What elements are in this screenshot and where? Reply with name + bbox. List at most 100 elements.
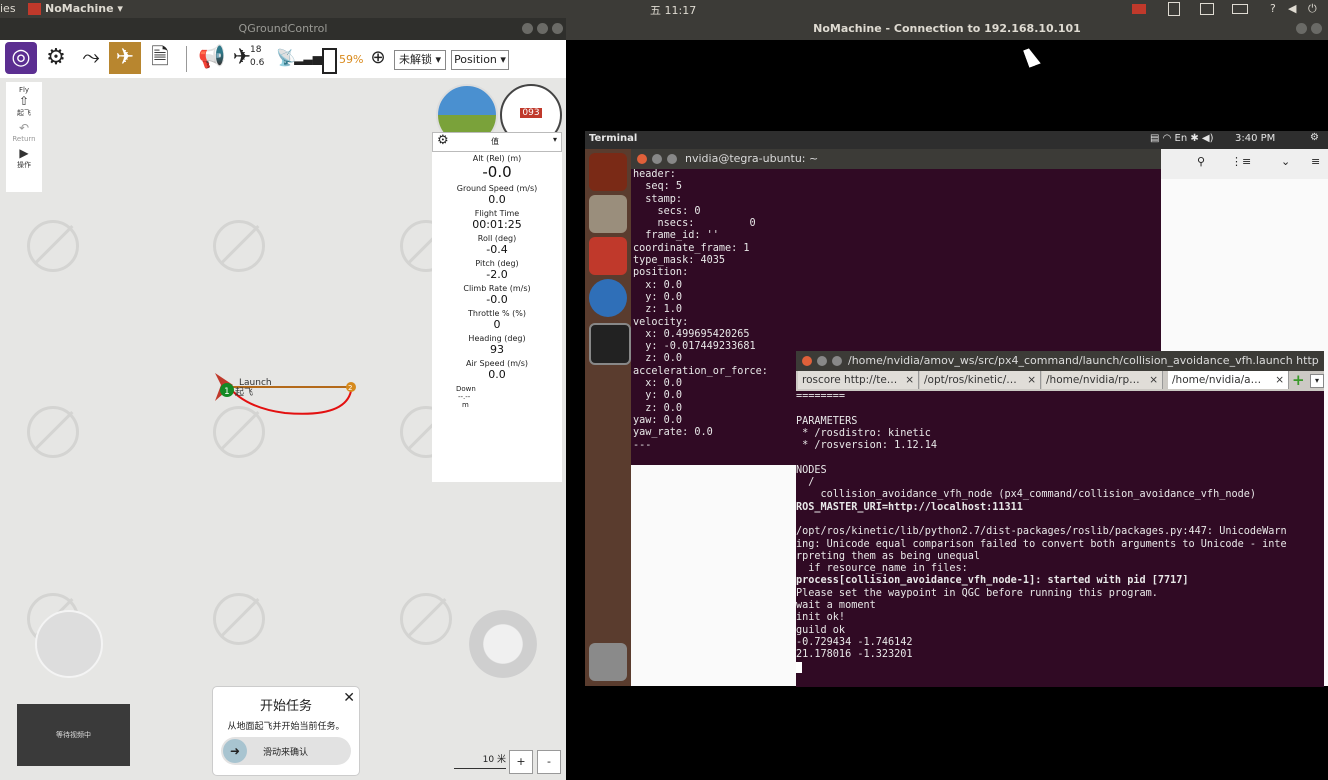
terminal-icon[interactable]: [589, 323, 631, 365]
t2-close-button[interactable]: [802, 356, 812, 366]
help-icon[interactable]: ?: [1270, 2, 1276, 15]
instrument-panel-header[interactable]: ⚙ 值 ▾: [432, 132, 562, 152]
tab-roscore[interactable]: roscore http://te… ×: [798, 371, 919, 389]
nomachine-app-icon: [28, 3, 41, 15]
return-icon[interactable]: ↶: [6, 121, 42, 135]
unity-launcher: [585, 149, 631, 686]
popup-description: 从地面起飞并开始当前任务。: [227, 722, 345, 732]
tab-home-amov-active[interactable]: /home/nvidia/a… ×: [1168, 371, 1289, 389]
arm-state-dropdown[interactable]: 未解锁 ▾: [394, 50, 446, 70]
map-view[interactable]: Fly ⇧ 起飞 ↶ Return ▶ 操作 1 2 Launch 起飞 093…: [0, 78, 566, 780]
messages-megaphone-icon[interactable]: 📢: [196, 42, 228, 74]
battery-icon[interactable]: [322, 48, 337, 74]
mission-start-popup: 开始任务 ✕ 从地面起飞并开始当前任务。 ➜ 滑动来确认: [212, 686, 360, 776]
close-button[interactable]: [552, 23, 563, 34]
slide-to-confirm[interactable]: ➜ 滑动来确认: [221, 737, 351, 765]
t1-minimize-button[interactable]: [652, 154, 662, 164]
tabs-dropdown-icon[interactable]: ▾: [1310, 374, 1324, 388]
term2-output-a: ======== PARAMETERS * /rosdistro: kineti…: [796, 391, 1257, 501]
zoom-out-button[interactable]: -: [537, 750, 561, 774]
terminal-1-title: nvidia@tegra-ubuntu: ~: [685, 152, 819, 165]
slide-label: 滑动来确认: [263, 748, 309, 758]
t2-maximize-button[interactable]: [832, 356, 842, 366]
action-play-icon[interactable]: ▶: [6, 146, 42, 160]
files-icon[interactable]: [589, 195, 627, 233]
climb-rate-label: Climb Rate (m/s): [463, 284, 531, 293]
terminal-window-2[interactable]: /home/nvidia/amov_ws/src/px4_command/lau…: [796, 351, 1324, 687]
panel-dropdown-icon[interactable]: ▾: [553, 135, 557, 144]
t1-maximize-button[interactable]: [667, 154, 677, 164]
tab-home-rp-label: /home/nvidia/rp…: [1046, 374, 1140, 386]
tab-close-icon[interactable]: ×: [1275, 371, 1284, 389]
nomachine-window-title: NoMachine - Connection to 192.168.10.101: [813, 22, 1081, 35]
app-menu[interactable]: NoMachine ▾: [45, 2, 123, 15]
volume-icon[interactable]: ◀: [1288, 2, 1296, 15]
tab-home-rp[interactable]: /home/nvidia/rp… ×: [1042, 371, 1163, 389]
zoom-in-button[interactable]: +: [509, 750, 533, 774]
tab-roscore-label: roscore http://te…: [802, 374, 898, 386]
terminal-cursor: [796, 661, 802, 673]
flight-time-label: Flight Time: [474, 209, 520, 218]
alt-value: -0.0: [482, 163, 512, 181]
tab-opt-ros[interactable]: /opt/ros/kinetic/… ×: [920, 371, 1041, 389]
trash-icon[interactable]: [589, 643, 627, 681]
chromium-icon[interactable]: [589, 279, 627, 317]
remote-gear-icon[interactable]: ⚙: [1310, 132, 1319, 143]
popup-title: 开始任务: [259, 699, 312, 714]
battery-icon[interactable]: [1232, 4, 1248, 14]
tab-close-icon[interactable]: ×: [1027, 371, 1036, 389]
analyze-icon[interactable]: 🗎: [144, 42, 176, 74]
flight-mode-dropdown[interactable]: Position ▾: [451, 50, 509, 70]
action-label[interactable]: 操作: [6, 160, 42, 170]
map-scale: 10 米: [454, 752, 506, 769]
maximize-button[interactable]: [537, 23, 548, 34]
qgc-window-title: QGroundControl: [238, 22, 328, 35]
settings-gear-icon[interactable]: ⚙: [40, 42, 72, 74]
slide-arrow-icon[interactable]: ➜: [223, 739, 247, 763]
new-tab-plus-icon[interactable]: +: [1292, 371, 1305, 389]
nm-minimize-button[interactable]: [1296, 23, 1307, 34]
down-label: Down: [456, 385, 476, 393]
right-virtual-joystick[interactable]: [469, 610, 537, 678]
ground-speed-value: 0.0: [488, 193, 506, 206]
launch-label: Launch: [239, 378, 272, 388]
search-icon[interactable]: ⚲: [1197, 155, 1205, 168]
fly-label: Fly: [18, 86, 30, 94]
activities-label[interactable]: ies: [0, 2, 16, 15]
pitch-value: -2.0: [486, 268, 508, 281]
qgc-logo-icon[interactable]: ◎: [5, 42, 37, 74]
power-icon[interactable]: ⏻: [1308, 2, 1317, 16]
rtk-crosshair-icon[interactable]: ⊕: [362, 42, 394, 74]
terminal-2-title: /home/nvidia/amov_ws/src/px4_command/lau…: [848, 354, 1320, 367]
term2-output-c: Please set the waypoint in QGC before ru…: [796, 587, 1158, 661]
t2-minimize-button[interactable]: [817, 356, 827, 366]
ubuntu-dash-icon[interactable]: [589, 153, 627, 191]
panel-gear-icon[interactable]: ⚙: [437, 133, 449, 148]
tab-close-icon[interactable]: ×: [905, 371, 914, 389]
remote-clock[interactable]: 3:40 PM: [1235, 133, 1275, 144]
list-view-icon[interactable]: ⋮≡: [1231, 155, 1251, 168]
shield-icon[interactable]: [1168, 2, 1180, 16]
airspeed-label: Air Speed (m/s): [465, 359, 529, 368]
nm-close-button[interactable]: [1311, 23, 1322, 34]
tab-close-icon[interactable]: ×: [1149, 371, 1158, 389]
fly-view-icon[interactable]: ✈: [109, 42, 141, 74]
minimize-button[interactable]: [522, 23, 533, 34]
takeoff-label[interactable]: 起飞: [6, 108, 42, 118]
waypoint-1-label: 1: [224, 387, 230, 397]
return-label[interactable]: Return: [6, 135, 42, 143]
t1-close-button[interactable]: [637, 154, 647, 164]
system-settings-icon[interactable]: [589, 237, 627, 275]
chevron-down-icon[interactable]: ⌄: [1281, 155, 1290, 168]
keyboard-icon[interactable]: [1200, 3, 1214, 15]
recording-icon[interactable]: [1132, 4, 1146, 14]
takeoff-icon[interactable]: ⇧: [6, 94, 42, 108]
remote-indicator-icons[interactable]: ▤ ◠ En ✱ ◀): [1150, 133, 1214, 144]
left-virtual-joystick[interactable]: [35, 610, 103, 678]
terminal-2-output[interactable]: ======== PARAMETERS * /rosdistro: kineti…: [796, 391, 1324, 687]
video-panel[interactable]: 等待视频中: [17, 704, 130, 766]
menu-icon[interactable]: ≡: [1311, 155, 1320, 168]
clock[interactable]: 五 11:17: [650, 2, 696, 18]
plan-route-icon[interactable]: ⤳: [75, 42, 107, 74]
popup-close-icon[interactable]: ✕: [343, 690, 355, 706]
